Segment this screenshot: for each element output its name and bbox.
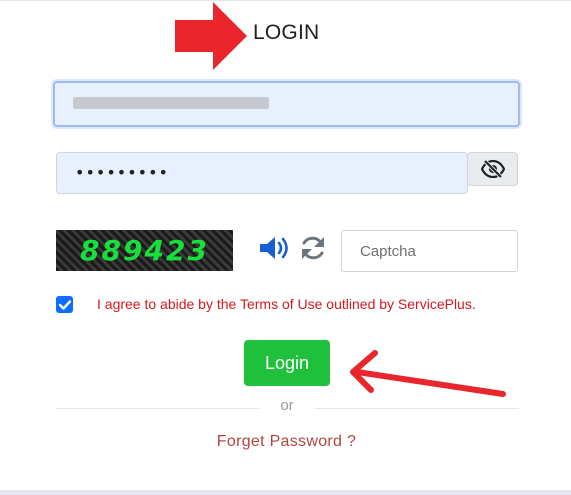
speaker-icon[interactable]	[259, 234, 292, 262]
annotation-arrow-left	[350, 350, 506, 397]
annotation-arrow-right	[175, 2, 247, 70]
or-separator: or	[280, 397, 294, 414]
divider-left	[56, 408, 259, 409]
bottom-border	[0, 490, 571, 495]
page-title: LOGIN	[253, 21, 320, 44]
eye-slash-icon	[480, 160, 505, 178]
forgot-password-link[interactable]: Forget Password ?	[0, 433, 571, 451]
refresh-icon[interactable]	[299, 234, 327, 262]
captcha-code: 889423	[80, 234, 209, 267]
top-border	[0, 0, 571, 1]
captcha-image: 889423	[56, 230, 233, 271]
redacted-username	[73, 97, 269, 109]
divider-right	[315, 408, 519, 409]
terms-checkbox[interactable]	[56, 296, 73, 313]
password-mask: •••••••••	[75, 163, 169, 182]
username-field[interactable]	[53, 81, 520, 127]
checkmark-icon	[58, 299, 71, 310]
password-field[interactable]: •••••••••	[56, 152, 468, 194]
login-button[interactable]: Login	[244, 340, 330, 386]
captcha-input[interactable]	[341, 230, 518, 272]
toggle-password-visibility-button[interactable]	[467, 152, 518, 186]
terms-agreement-text: I agree to abide by the Terms of Use out…	[97, 296, 476, 312]
